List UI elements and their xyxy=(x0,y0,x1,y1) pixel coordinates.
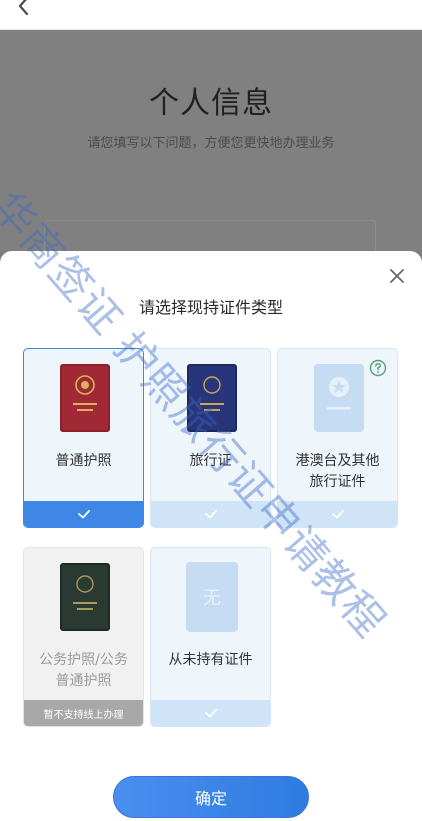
check-icon xyxy=(77,510,90,519)
card-label: 公务护照/公务 普通护照 xyxy=(30,650,137,692)
none-placeholder-icon: 无 xyxy=(186,562,238,632)
card-footer xyxy=(24,501,143,527)
passport-red-icon xyxy=(60,364,110,432)
card-footer: 暂不支持线上办理 xyxy=(24,700,143,726)
card-never-held[interactable]: 无 从未持有证件 xyxy=(150,547,271,727)
close-icon[interactable] xyxy=(386,265,408,287)
card-footer xyxy=(151,501,270,527)
unsupported-notice: 暂不支持线上办理 xyxy=(43,709,124,721)
card-footer xyxy=(151,700,270,726)
help-circle-icon[interactable] xyxy=(369,359,387,377)
card-label-line: 公务护照/公务 xyxy=(39,652,128,668)
passport-dark-green-icon xyxy=(60,563,110,631)
check-icon xyxy=(204,709,217,718)
card-label-line: 旅行证件 xyxy=(309,474,366,490)
card-label: 旅行证 xyxy=(189,453,232,469)
page-background: 个人信息 请您填写以下问题，方便您更快地办理业务 xyxy=(0,30,422,260)
back-arrow-icon[interactable] xyxy=(12,0,36,20)
sheet-title: 请选择现持证件类型 xyxy=(138,298,283,317)
card-travel-document[interactable]: 旅行证 xyxy=(150,348,271,528)
top-nav-bar xyxy=(0,0,422,30)
card-label-line: 普通护照 xyxy=(55,673,112,689)
document-placeholder-icon xyxy=(314,364,364,432)
card-other-travel-documents[interactable]: 港澳台及其他 旅行证件 xyxy=(277,348,398,528)
card-official-passport: 公务护照/公务 普通护照 暂不支持线上办理 xyxy=(23,547,144,727)
card-label-line: 港澳台及其他 xyxy=(295,453,380,469)
travel-document-blue-icon xyxy=(187,364,237,432)
confirm-button[interactable]: 确定 xyxy=(113,776,309,818)
card-label: 普通护照 xyxy=(55,453,112,469)
page-subtitle: 请您填写以下问题，方便您更快地办理业务 xyxy=(87,136,335,151)
card-ordinary-passport[interactable]: 普通护照 xyxy=(23,348,144,528)
page-title: 个人信息 xyxy=(149,86,273,121)
check-icon xyxy=(204,510,217,519)
check-icon xyxy=(331,510,344,519)
document-type-sheet: 请选择现持证件类型 普通护照 旅行证 港澳台及其他 旅行证件 公务护照/公务 普… xyxy=(0,251,422,821)
card-label: 从未持有证件 xyxy=(168,652,253,668)
none-glyph: 无 xyxy=(203,588,221,609)
card-label: 港澳台及其他 旅行证件 xyxy=(284,451,391,493)
screen: 个人信息 请您填写以下问题，方便您更快地办理业务 请选择现持证件类型 普通护照 xyxy=(0,0,422,821)
card-footer xyxy=(278,501,397,527)
